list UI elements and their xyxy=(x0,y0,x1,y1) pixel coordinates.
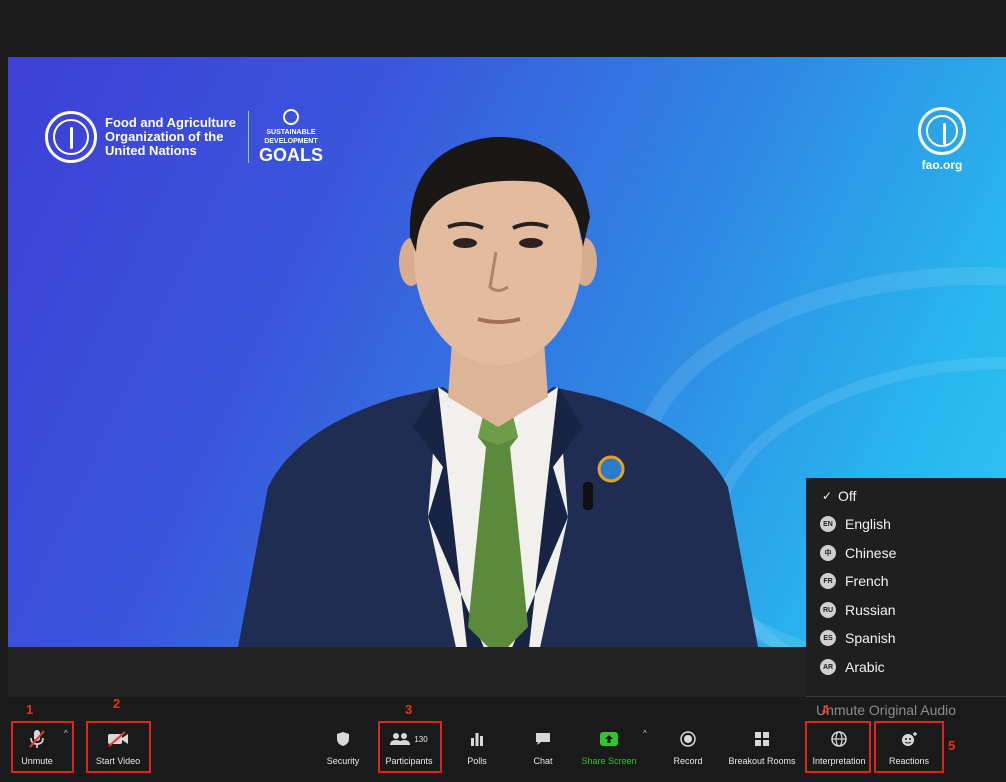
interpretation-menu: ✓ Off EN English 中 Chinese FR French RU … xyxy=(806,478,1006,698)
share-screen-button[interactable]: Share Screen xyxy=(580,728,638,778)
annotation-number-1: 1 xyxy=(26,702,34,717)
menu-item-spanish[interactable]: ES Spanish xyxy=(806,625,1006,651)
fao-seal-icon xyxy=(918,107,966,155)
highlight-box-4 xyxy=(805,721,871,773)
language-badge-icon: RU xyxy=(820,602,836,618)
top-bar xyxy=(0,0,1006,57)
language-badge-icon: ES xyxy=(820,630,836,646)
highlight-box-5 xyxy=(874,721,944,773)
left-gutter xyxy=(0,57,8,782)
fao-seal-icon xyxy=(45,111,97,163)
highlight-box-1 xyxy=(11,721,74,773)
annotation-number-3: 3 xyxy=(405,702,413,717)
polls-button[interactable]: Polls xyxy=(461,728,493,778)
chat-button[interactable]: Chat xyxy=(527,728,559,778)
fao-site: fao.org xyxy=(921,158,963,172)
fao-name: Food and Agriculture Organization of the… xyxy=(105,115,236,158)
language-badge-icon: FR xyxy=(820,573,836,589)
menu-item-french[interactable]: FR French xyxy=(806,568,1006,594)
checkmark-icon: ✓ xyxy=(822,489,833,503)
unmute-original-audio[interactable]: Unmute Original Audio xyxy=(816,702,956,718)
security-button[interactable]: Security xyxy=(323,728,363,778)
share-screen-icon xyxy=(599,728,619,750)
language-badge-icon: AR xyxy=(820,659,836,675)
speaker-figure xyxy=(238,136,758,647)
polls-icon xyxy=(471,728,483,750)
breakout-rooms-button[interactable]: Breakout Rooms xyxy=(722,728,802,778)
fao-logo-right: fao.org xyxy=(918,107,966,172)
shield-icon xyxy=(336,728,350,750)
chat-icon xyxy=(535,728,551,750)
language-badge-icon: EN xyxy=(820,516,836,532)
chevron-up-icon[interactable]: ^ xyxy=(643,729,647,738)
record-button[interactable]: Record xyxy=(670,728,706,778)
highlight-box-3 xyxy=(378,721,442,773)
annotation-number-5: 5 xyxy=(948,738,956,753)
menu-item-chinese[interactable]: 中 Chinese xyxy=(806,540,1006,566)
annotation-number-4: 4 xyxy=(822,702,830,717)
record-icon xyxy=(680,728,696,750)
language-badge-icon: 中 xyxy=(820,545,836,561)
menu-item-english[interactable]: EN English xyxy=(806,511,1006,537)
menu-item-russian[interactable]: RU Russian xyxy=(806,597,1006,623)
highlight-box-2 xyxy=(86,721,151,773)
menu-item-arabic[interactable]: AR Arabic xyxy=(806,654,1006,680)
breakout-rooms-icon xyxy=(754,728,770,750)
menu-item-off[interactable]: ✓ Off xyxy=(806,483,1006,509)
annotation-number-2: 2 xyxy=(113,696,121,711)
